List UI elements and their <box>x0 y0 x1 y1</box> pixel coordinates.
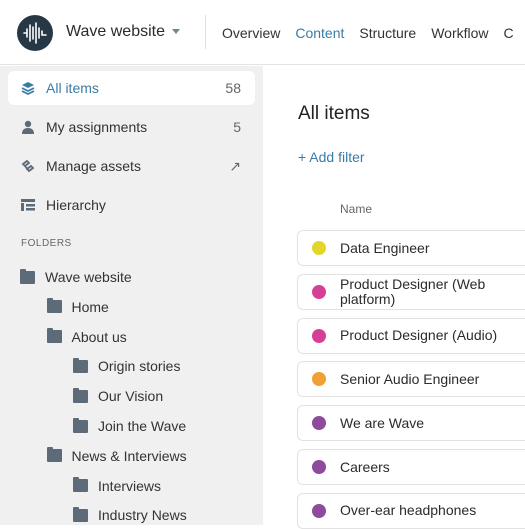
folder-label: Origin stories <box>98 358 181 375</box>
row-name: Data Engineer <box>340 239 430 256</box>
table-row[interactable]: Over-ear headphones <box>297 492 525 529</box>
folder-item[interactable]: Our Vision <box>73 387 164 405</box>
sidebar-item-my-assignments[interactable]: My assignments 5 <box>8 110 255 144</box>
status-dot-icon <box>312 503 326 518</box>
table-row[interactable]: Senior Audio Engineer <box>297 361 525 398</box>
folder-label: Our Vision <box>98 388 164 405</box>
project-name[interactable]: Wave website <box>66 23 165 41</box>
table-row[interactable]: Product Designer (Audio) <box>297 317 525 354</box>
status-dot-icon <box>312 241 326 255</box>
row-name: Over-ear headphones <box>340 502 477 519</box>
folder-icon <box>20 268 35 284</box>
folder-icon <box>73 357 88 373</box>
wave-logo[interactable] <box>17 15 53 51</box>
row-name: Product Designer (Audio) <box>340 327 498 344</box>
folder-label: Join the Wave <box>98 418 187 434</box>
folder-item[interactable]: Wave website <box>20 268 132 285</box>
layers-icon <box>20 80 36 96</box>
folder-icon <box>73 387 88 403</box>
status-dot-icon <box>312 328 326 343</box>
tab-structure[interactable]: Structure <box>359 25 416 41</box>
sidebar-item-all-items[interactable]: All items 58 <box>8 71 255 105</box>
item-count: 58 <box>225 80 241 96</box>
sidebar-item-label: My assignments <box>46 119 148 135</box>
sidebar-item-hierarchy[interactable]: Hierarchy <box>8 188 255 222</box>
folder-item[interactable]: Industry News <box>73 506 187 524</box>
folder-icon <box>73 506 88 522</box>
folder-label: Industry News <box>98 507 187 524</box>
folder-icon <box>73 417 88 433</box>
add-filter-button[interactable]: + Add filter <box>298 149 365 165</box>
chevron-down-icon[interactable] <box>172 29 180 34</box>
folder-label: Interviews <box>98 477 162 494</box>
row-name: Senior Audio Engineer <box>340 370 480 387</box>
sidebar: All items 58 My assignments 5 Manage ass… <box>0 66 263 525</box>
assets-icon <box>20 158 36 174</box>
status-dot-icon <box>312 416 326 431</box>
divider <box>205 15 206 49</box>
folder-item[interactable]: Interviews <box>73 477 162 494</box>
status-dot-icon <box>312 460 326 474</box>
folder-item[interactable]: Origin stories <box>73 357 181 375</box>
row-name: We are Wave <box>340 414 425 431</box>
row-name: Careers <box>340 458 390 475</box>
folder-item[interactable]: Join the Wave <box>73 417 187 434</box>
folder-item[interactable]: About us <box>46 328 127 345</box>
table-row[interactable]: Product Designer (Web platform) <box>297 273 525 310</box>
tab-c[interactable]: C <box>504 25 514 41</box>
sidebar-item-manage-assets[interactable]: Manage assets ↗ <box>8 149 255 183</box>
folder-label: Wave website <box>45 269 132 285</box>
folder-item[interactable]: News & Interviews <box>46 447 187 464</box>
table-row[interactable]: We are Wave <box>297 405 525 442</box>
folder-icon <box>73 477 88 493</box>
folder-label: News & Interviews <box>71 447 187 464</box>
folders-heading: FOLDERS <box>21 238 72 249</box>
sidebar-item-label: Hierarchy <box>46 197 106 213</box>
sidebar-item-label: All items <box>46 80 99 96</box>
table-row[interactable]: Careers <box>297 449 525 485</box>
status-dot-icon <box>312 372 326 387</box>
folder-label: About us <box>71 328 127 345</box>
user-icon <box>20 119 36 135</box>
column-header-name[interactable]: Name <box>340 202 372 216</box>
main-nav: Overview Content Structure Workflow C <box>222 25 514 41</box>
page-title: All items <box>298 103 370 124</box>
status-dot-icon <box>312 284 326 299</box>
tab-content[interactable]: Content <box>295 25 344 41</box>
folder-icon <box>46 298 62 314</box>
folder-icon <box>46 447 62 463</box>
row-name: Product Designer (Web platform) <box>340 275 486 307</box>
tab-overview[interactable]: Overview <box>222 25 280 41</box>
tab-workflow[interactable]: Workflow <box>431 25 488 41</box>
hierarchy-icon <box>20 197 36 213</box>
folder-icon <box>46 328 62 344</box>
sidebar-item-label: Manage assets <box>46 158 141 174</box>
top-header: Wave website Overview Content Structure Wor… <box>0 0 525 65</box>
table-row[interactable]: Data Engineer <box>297 230 525 266</box>
folder-item[interactable]: Home <box>46 298 109 315</box>
assignment-count: 5 <box>233 119 241 135</box>
folder-label: Home <box>71 298 109 315</box>
external-link-icon: ↗ <box>229 157 241 174</box>
